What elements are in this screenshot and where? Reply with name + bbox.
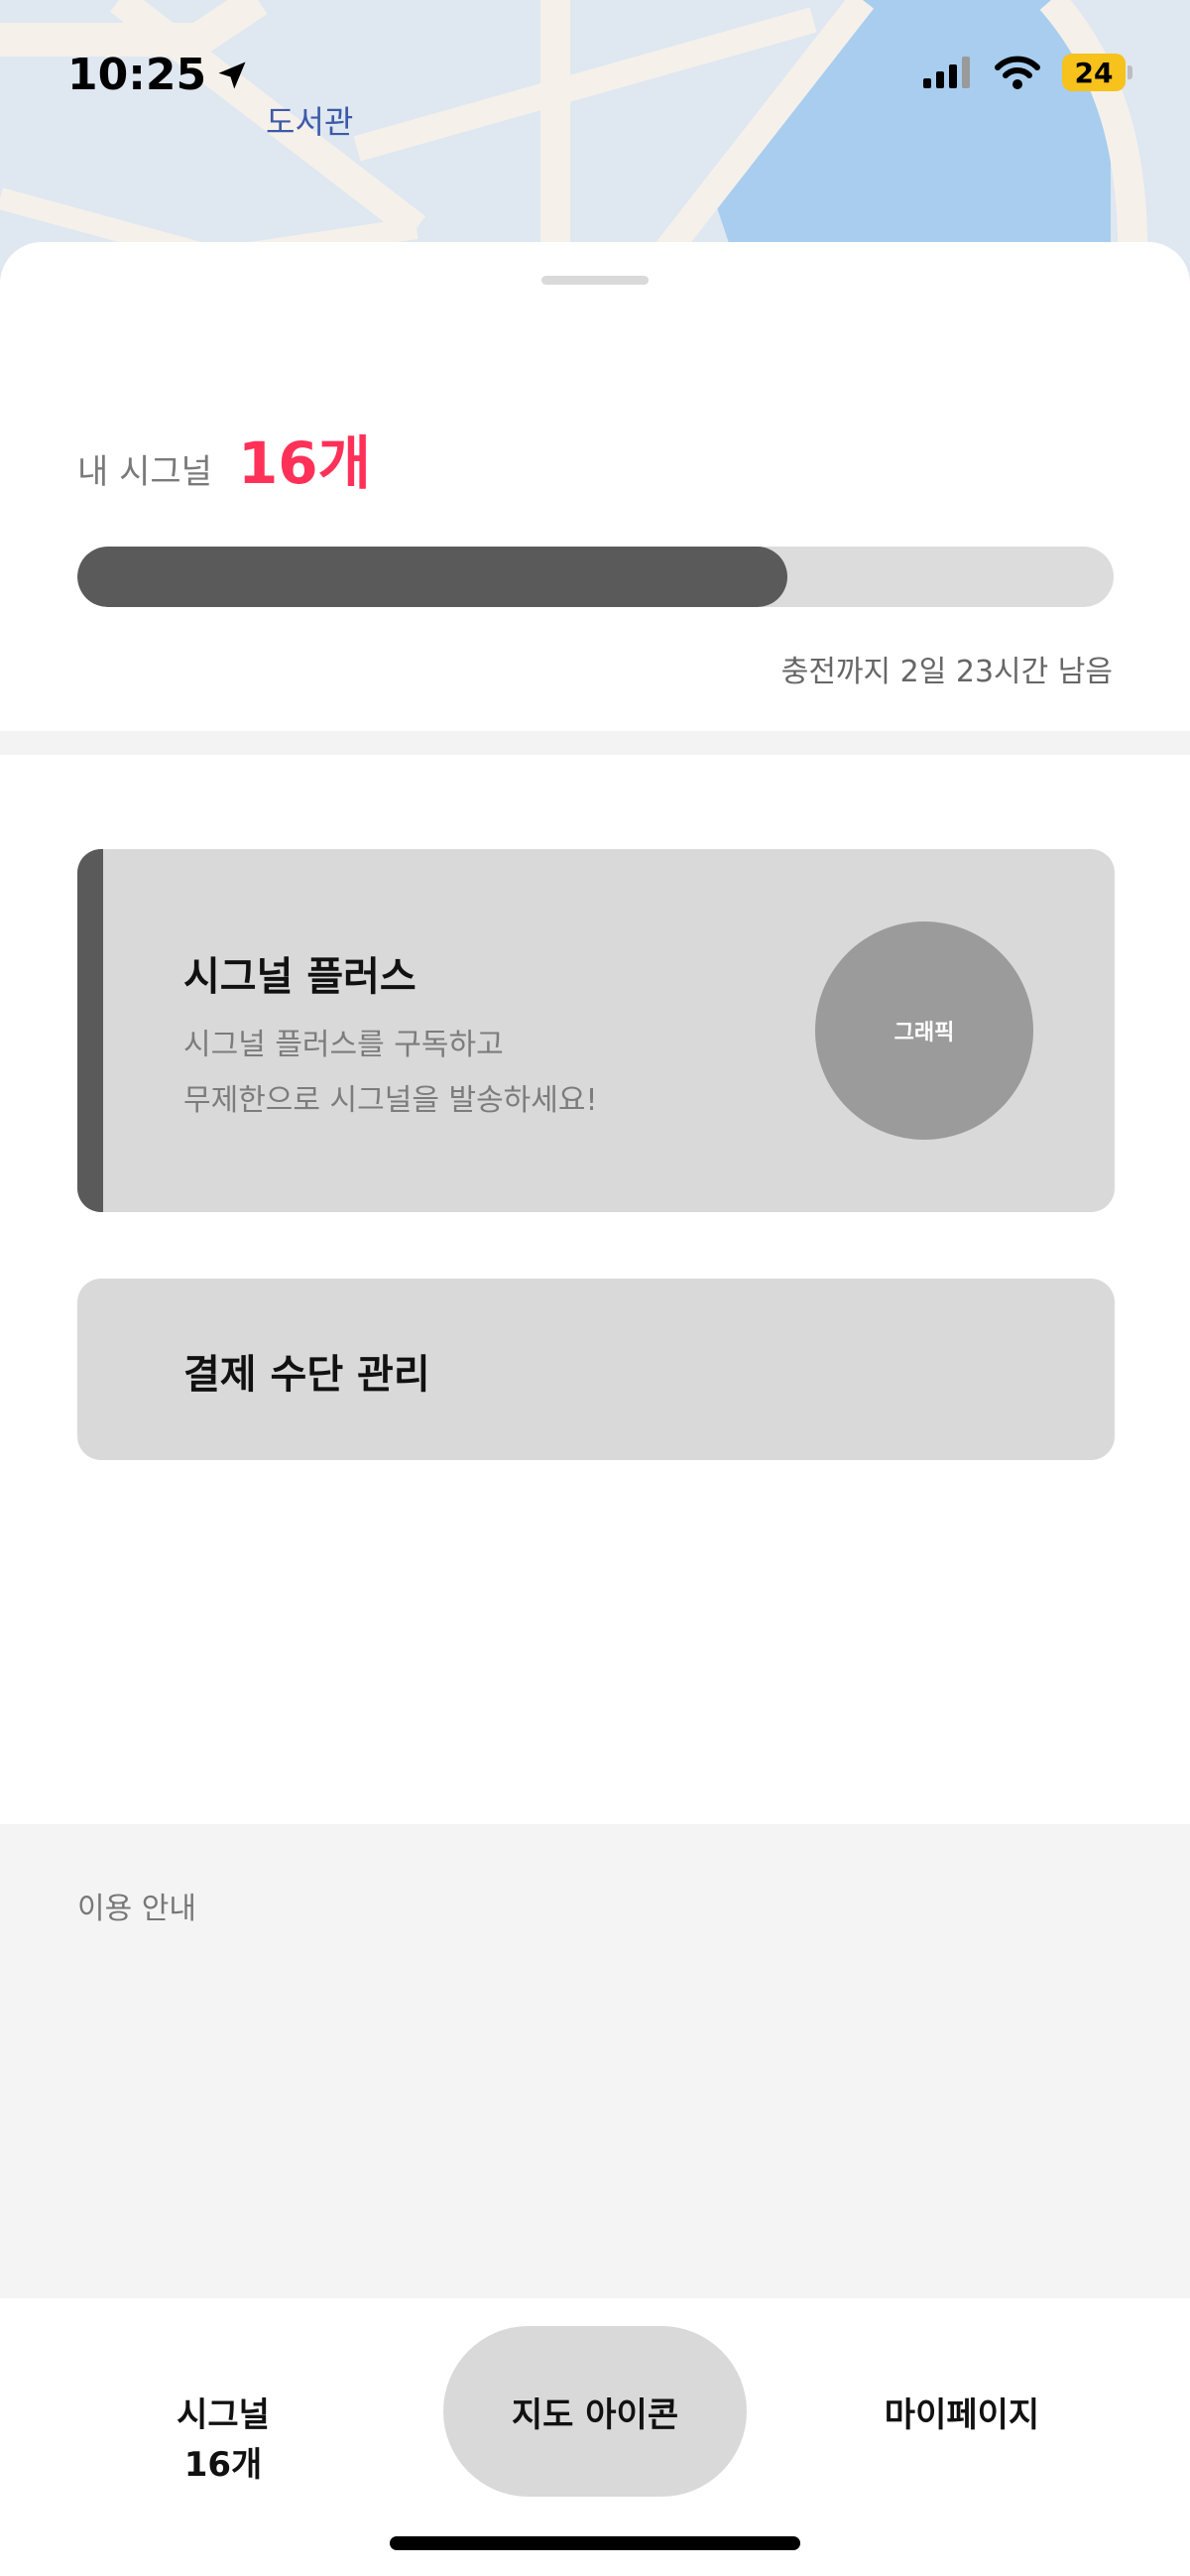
tab-map[interactable]: 지도 아이콘	[443, 2326, 747, 2497]
map-place-label[interactable]: 도서관	[266, 97, 353, 143]
signal-label: 내 시그널	[77, 452, 212, 492]
status-bar-time: 10:25	[67, 50, 250, 100]
tab-signal[interactable]: 시그널 16개	[139, 2391, 307, 2490]
signal-plus-card[interactable]: 시그널 플러스 시그널 플러스를 구독하고 무제한으로 시그널을 발송하세요! …	[77, 849, 1115, 1212]
payment-method-card[interactable]: 결제 수단 관리	[77, 1279, 1115, 1460]
signal-plus-description: 시그널 플러스를 구독하고 무제한으로 시그널을 발송하세요!	[183, 1018, 598, 1129]
card-accent-bar	[77, 849, 103, 1212]
usage-guide-title: 이용 안내	[77, 1892, 196, 1926]
recharge-remaining-text: 충전까지 2일 23시간 남음	[780, 655, 1113, 689]
signal-plus-title: 시그널 플러스	[183, 954, 416, 1000]
sheet-grabber[interactable]	[541, 276, 649, 285]
wifi-icon	[995, 56, 1040, 89]
bottom-sheet: 내 시그널 16개 충전까지 2일 23시간 남음 시그널 플러스 시그널 플러…	[0, 242, 1190, 2576]
cellular-signal-icon	[923, 57, 970, 88]
battery-icon: 24	[1062, 54, 1132, 91]
battery-tip	[1128, 65, 1132, 79]
section-divider	[0, 731, 1190, 755]
tab-map-label: 지도 아이콘	[511, 2394, 679, 2435]
tab-mypage[interactable]: 마이페이지	[853, 2391, 1071, 2440]
tab-mypage-label: 마이페이지	[884, 2395, 1040, 2435]
signal-progress-fill	[77, 547, 787, 607]
time-text: 10:25	[67, 50, 207, 100]
signal-plus-desc-line1: 시그널 플러스를 구독하고	[183, 1028, 504, 1062]
tab-signal-label: 시그널	[177, 2395, 270, 2435]
home-indicator[interactable]	[390, 2536, 800, 2550]
bottom-tab-bar: 시그널 16개 지도 아이콘 마이페이지	[0, 2298, 1190, 2576]
location-arrow-icon	[218, 61, 246, 88]
tab-signal-count: 16개	[183, 2445, 263, 2485]
signal-plus-desc-line2: 무제한으로 시그널을 발송하세요!	[183, 1083, 598, 1118]
signal-plus-graphic: 그래픽	[815, 921, 1033, 1140]
signal-progress-bar	[77, 547, 1114, 607]
signal-count: 16개	[237, 429, 372, 497]
payment-method-title: 결제 수단 관리	[183, 1352, 430, 1398]
status-bar-indicators: 24	[923, 54, 1132, 91]
usage-guide-section: 이용 안내	[0, 1824, 1190, 2300]
battery-level: 24	[1062, 54, 1126, 91]
signal-summary: 내 시그널 16개	[77, 417, 371, 500]
